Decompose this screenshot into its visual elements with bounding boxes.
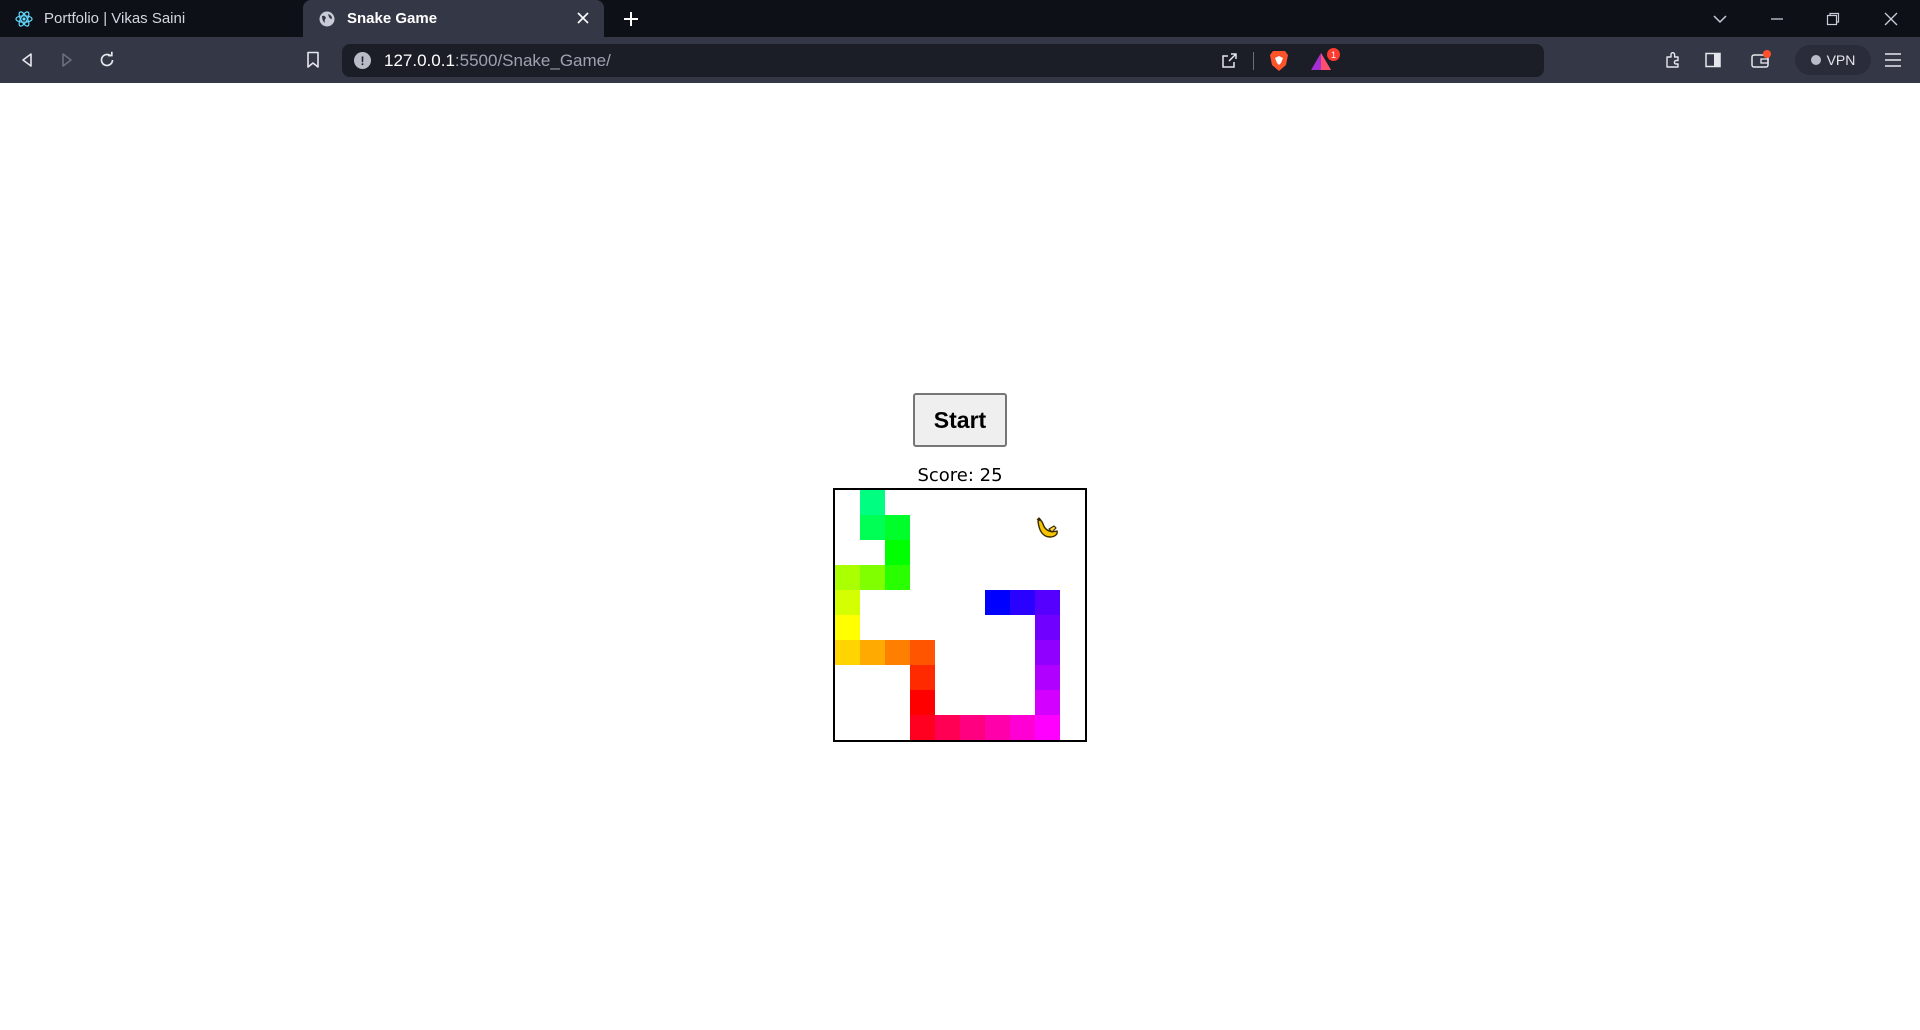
snake-segment xyxy=(1010,590,1035,615)
close-tab-icon[interactable] xyxy=(574,9,592,27)
wallet-icon[interactable] xyxy=(1746,46,1776,74)
snake-segment xyxy=(910,715,935,740)
banana-icon xyxy=(1036,517,1058,538)
snake-segment xyxy=(885,540,910,565)
tab-strip: Portfolio | Vikas Saini Snake Game xyxy=(0,0,1920,37)
menu-icon[interactable] xyxy=(1878,46,1908,74)
game-board[interactable] xyxy=(833,488,1087,742)
snake-segment xyxy=(1035,640,1060,665)
snake-segment xyxy=(985,715,1010,740)
snake-segment xyxy=(860,515,885,540)
bookmark-icon[interactable] xyxy=(298,46,328,74)
snake-segment xyxy=(985,590,1010,615)
globe-icon xyxy=(317,9,337,29)
snake-segment xyxy=(835,565,860,590)
forward-icon[interactable] xyxy=(52,46,82,74)
snake-segment xyxy=(835,615,860,640)
snake-segment xyxy=(935,715,960,740)
sidebar-icon[interactable] xyxy=(1698,46,1728,74)
snake-segment xyxy=(835,640,860,665)
tab-portfolio[interactable]: Portfolio | Vikas Saini xyxy=(0,0,303,37)
browser-toolbar: ! 127.0.0.1:5500/Snake_Game/ 1 VPN xyxy=(0,37,1920,83)
rewards-badge: 1 xyxy=(1327,48,1340,61)
tab-search-chevron-icon[interactable] xyxy=(1695,0,1745,37)
snake xyxy=(835,490,1060,740)
snake-segment xyxy=(860,565,885,590)
new-tab-icon[interactable] xyxy=(618,6,644,32)
vpn-label: VPN xyxy=(1826,52,1856,68)
react-icon xyxy=(14,9,34,29)
snake-segment xyxy=(835,590,860,615)
snake-segment xyxy=(1035,590,1060,615)
minimize-icon[interactable] xyxy=(1752,0,1802,37)
brave-shields-icon[interactable] xyxy=(1267,49,1291,73)
snake-segment xyxy=(910,690,935,715)
site-info-icon[interactable]: ! xyxy=(354,52,371,69)
brave-rewards-icon[interactable]: 1 xyxy=(1310,48,1340,74)
vpn-button[interactable]: VPN xyxy=(1795,45,1871,75)
snake-segment xyxy=(885,565,910,590)
reload-icon[interactable] xyxy=(92,46,122,74)
tab-snake-game[interactable]: Snake Game xyxy=(303,0,604,37)
back-icon[interactable] xyxy=(12,46,42,74)
extensions-icon[interactable] xyxy=(1658,46,1688,74)
url-path: :5500/Snake_Game/ xyxy=(454,51,611,70)
start-button[interactable]: Start xyxy=(913,393,1007,447)
snake-segment xyxy=(860,490,885,515)
tab-title: Snake Game xyxy=(347,10,438,27)
snake-segment xyxy=(860,640,885,665)
snake-segment xyxy=(910,665,935,690)
snake-segment xyxy=(1035,690,1060,715)
snake-segment xyxy=(885,640,910,665)
snake-segment xyxy=(1035,665,1060,690)
snake-segment xyxy=(910,640,935,665)
url-divider xyxy=(1253,52,1254,70)
restore-icon[interactable] xyxy=(1808,0,1858,37)
board-canvas xyxy=(835,490,1060,740)
score-label: Score: 25 xyxy=(917,465,1003,486)
url-host: 127.0.0.1 xyxy=(384,51,455,70)
share-icon[interactable] xyxy=(1218,50,1240,72)
snake-segment xyxy=(1035,715,1060,740)
vpn-status-icon xyxy=(1810,55,1821,65)
snake-segment xyxy=(885,515,910,540)
snake-segment xyxy=(960,715,985,740)
url-text: 127.0.0.1:5500/Snake_Game/ xyxy=(384,51,611,71)
tab-title: Portfolio | Vikas Saini xyxy=(44,10,186,27)
close-window-icon[interactable] xyxy=(1866,0,1916,37)
snake-segment xyxy=(1010,715,1035,740)
address-bar[interactable]: ! 127.0.0.1:5500/Snake_Game/ 1 xyxy=(342,44,1544,77)
snake-segment xyxy=(1035,615,1060,640)
